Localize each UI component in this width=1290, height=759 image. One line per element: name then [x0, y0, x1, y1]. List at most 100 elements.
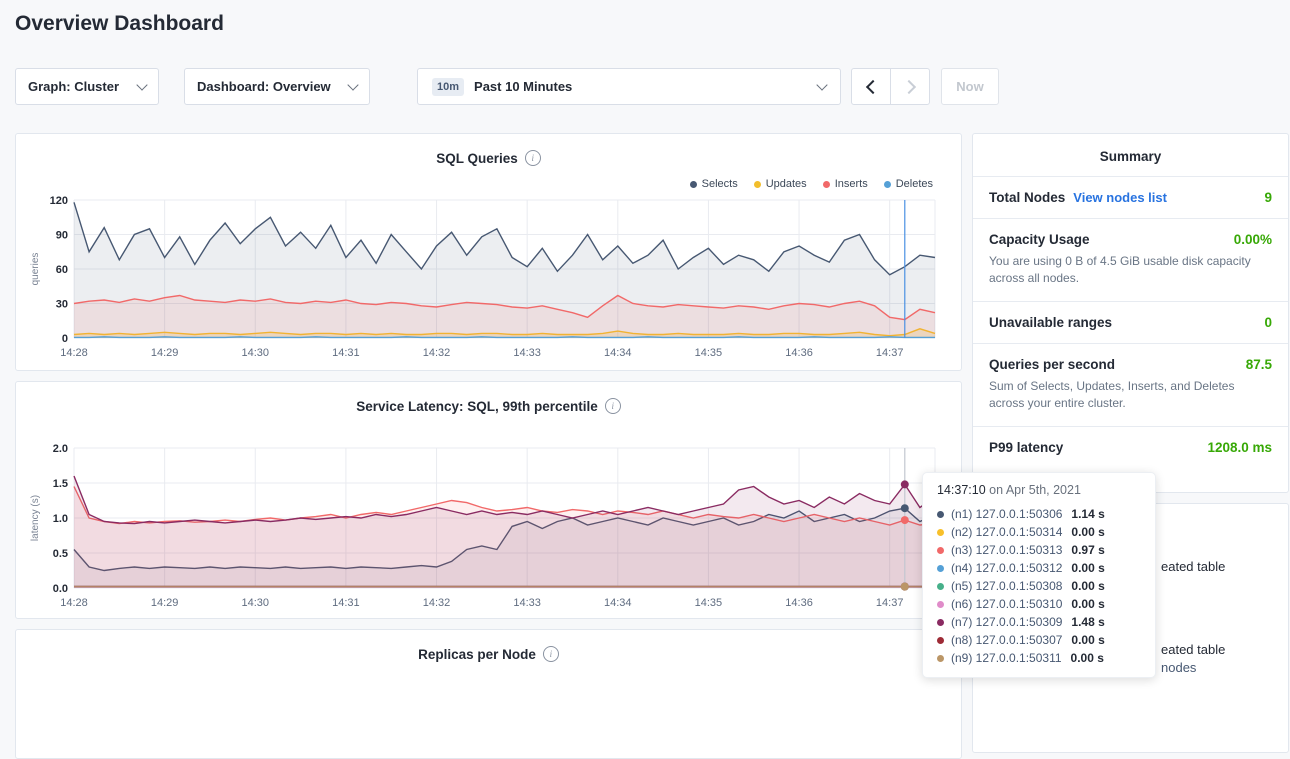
summary-row-label: Total Nodes: [989, 190, 1065, 205]
tooltip-node-value: 0.00 s: [1071, 651, 1104, 665]
tooltip-node-value: 0.00 s: [1071, 633, 1104, 647]
svg-text:14:28: 14:28: [60, 597, 88, 609]
series-color-dot: [884, 181, 891, 188]
summary-row-label: Queries per second: [989, 357, 1115, 372]
tooltip-node-value: 1.14 s: [1071, 507, 1104, 521]
svg-text:14:34: 14:34: [604, 347, 632, 359]
svg-text:14:33: 14:33: [513, 347, 541, 359]
series-color-dot: [937, 655, 944, 662]
tooltip-node-label: (n5) 127.0.0.1:50308: [951, 579, 1062, 593]
time-prev-button[interactable]: [851, 68, 891, 105]
summary-row-value: 0: [1264, 315, 1272, 330]
now-button[interactable]: Now: [941, 68, 999, 105]
sql-queries-panel: SQL Queries i Selects Updates Inserts Delet…: [15, 133, 962, 371]
tooltip-row: (n6) 127.0.0.1:503100.00 s: [937, 595, 1141, 613]
legend-item-updates: Updates: [754, 178, 807, 190]
series-color-dot: [937, 601, 944, 608]
svg-text:14:28: 14:28: [60, 347, 88, 359]
svg-text:14:37: 14:37: [876, 597, 904, 609]
tooltip-node-value: 0.00 s: [1071, 561, 1104, 575]
time-next-button[interactable]: [890, 68, 930, 105]
time-range-selector[interactable]: 10m Past 10 Minutes: [417, 68, 841, 105]
chevron-right-icon: [901, 79, 915, 93]
sql-queries-title: SQL Queries: [436, 151, 518, 166]
summary-row: Queries per second87.5Sum of Selects, Up…: [973, 343, 1288, 426]
view-nodes-link[interactable]: View nodes list: [1073, 190, 1167, 205]
summary-row-label: Capacity Usage: [989, 232, 1090, 247]
tooltip-time: 14:37:10: [937, 483, 986, 497]
svg-text:14:35: 14:35: [695, 347, 723, 359]
chevron-down-icon: [347, 79, 358, 90]
sql-queries-legend: Selects Updates Inserts Deletes: [690, 178, 933, 190]
svg-text:latency (s): latency (s): [30, 495, 41, 541]
svg-text:2.0: 2.0: [53, 443, 68, 455]
dashboard-dropdown-label: Dashboard: Overview: [197, 79, 331, 94]
sql-latency-chart[interactable]: 0.00.51.01.52.014:2814:2914:3014:3114:32…: [26, 440, 951, 616]
svg-text:0: 0: [62, 333, 68, 345]
legend-label: Selects: [702, 178, 738, 190]
tooltip-node-label: (n7) 127.0.0.1:50309: [951, 615, 1062, 629]
svg-text:14:31: 14:31: [332, 347, 360, 359]
svg-text:60: 60: [56, 264, 68, 276]
summary-row: Capacity Usage0.00%You are using 0 B of …: [973, 218, 1288, 301]
page-title: Overview Dashboard: [15, 12, 224, 36]
legend-label: Updates: [766, 178, 807, 190]
svg-text:14:31: 14:31: [332, 597, 360, 609]
summary-row: Unavailable ranges0: [973, 301, 1288, 343]
summary-title: Summary: [973, 134, 1288, 176]
now-button-label: Now: [956, 79, 983, 94]
svg-text:14:36: 14:36: [785, 597, 813, 609]
dashboard-dropdown[interactable]: Dashboard: Overview: [184, 68, 370, 105]
summary-row-value: 0.00%: [1234, 232, 1272, 247]
summary-rows: Total NodesView nodes list9Capacity Usag…: [973, 176, 1288, 468]
time-range-label: Past 10 Minutes: [474, 79, 572, 94]
svg-text:0.0: 0.0: [53, 583, 68, 595]
legend-label: Deletes: [896, 178, 933, 190]
tooltip-row: (n5) 127.0.0.1:50308 0.00 s: [937, 577, 1141, 595]
svg-text:1.0: 1.0: [53, 513, 68, 525]
tooltip-node-label: (n8) 127.0.0.1:50307: [951, 633, 1062, 647]
svg-text:14:30: 14:30: [241, 597, 269, 609]
info-icon[interactable]: i: [525, 150, 541, 166]
tooltip-row: (n2) 127.0.0.1:50314 0.00 s: [937, 523, 1141, 541]
tooltip-date: on Apr 5th, 2021: [989, 483, 1081, 497]
tooltip-node-value: 0.97 s: [1071, 543, 1104, 557]
svg-text:0.5: 0.5: [53, 548, 68, 560]
summary-row-value: 1208.0 ms: [1207, 440, 1272, 455]
series-color-dot: [937, 583, 944, 590]
series-color-dot: [754, 181, 761, 188]
chevron-down-icon: [136, 79, 147, 90]
svg-text:14:34: 14:34: [604, 597, 632, 609]
sql-queries-chart[interactable]: 030609012014:2814:2914:3014:3114:3214:33…: [26, 192, 951, 366]
svg-text:14:29: 14:29: [151, 347, 179, 359]
info-icon[interactable]: i: [605, 398, 621, 414]
sql-latency-title: Service Latency: SQL, 99th percentile: [356, 399, 598, 414]
event-text-fragment: eated table: [1161, 559, 1225, 574]
tooltip-node-label: (n9) 127.0.0.1:50311: [951, 651, 1062, 665]
sql-latency-panel: Service Latency: SQL, 99th percentile i …: [15, 381, 962, 619]
tooltip-row: (n7) 127.0.0.1:503091.48 s: [937, 613, 1141, 631]
tooltip-node-value: 0.00 s: [1071, 525, 1104, 539]
svg-text:queries: queries: [30, 253, 41, 286]
series-color-dot: [937, 529, 944, 536]
series-color-dot: [937, 637, 944, 644]
legend-item-deletes: Deletes: [884, 178, 933, 190]
event-text-fragment: nodes: [1161, 660, 1196, 675]
info-icon[interactable]: i: [543, 646, 559, 662]
tooltip-node-value: 0.00 s: [1071, 597, 1104, 611]
tooltip-node-label: (n2) 127.0.0.1:50314: [951, 525, 1062, 539]
legend-item-selects: Selects: [690, 178, 738, 190]
graph-dropdown[interactable]: Graph: Cluster: [15, 68, 159, 105]
tooltip-node-label: (n4) 127.0.0.1:50312: [951, 561, 1062, 575]
summary-row: P99 latency1208.0 ms: [973, 426, 1288, 468]
summary-row-subtext: Sum of Selects, Updates, Inserts, and De…: [989, 378, 1272, 413]
graph-dropdown-label: Graph: Cluster: [28, 79, 119, 94]
tooltip-node-value: 0.00 s: [1071, 579, 1104, 593]
chevron-down-icon: [816, 79, 827, 90]
tooltip-node-label: (n3) 127.0.0.1:50313: [951, 543, 1062, 557]
event-text-fragment: eated table: [1161, 642, 1225, 657]
legend-label: Inserts: [835, 178, 868, 190]
series-color-dot: [823, 181, 830, 188]
tooltip-row: (n9) 127.0.0.1:50311 0.00 s: [937, 649, 1141, 667]
svg-text:14:30: 14:30: [241, 347, 269, 359]
